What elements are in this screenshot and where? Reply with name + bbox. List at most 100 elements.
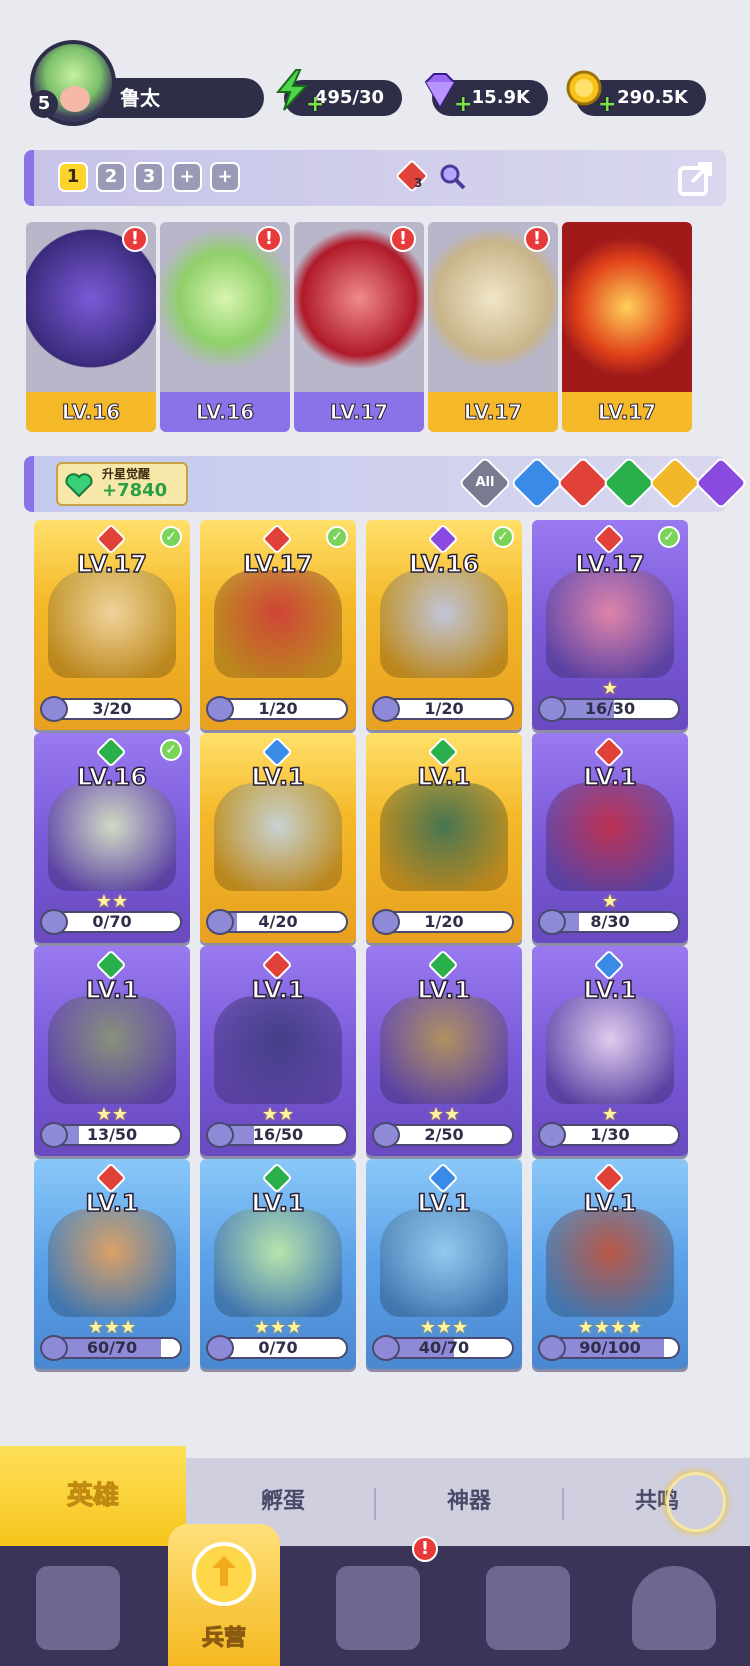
filter-light-icon[interactable]	[648, 456, 702, 510]
avatar-face	[60, 86, 90, 112]
team-card-level: LV.17	[562, 392, 692, 432]
filter-water-icon[interactable]	[510, 456, 564, 510]
shard-icon	[40, 696, 68, 722]
coin-counter[interactable]: + 290.5K	[566, 70, 706, 116]
sparkle-ring-icon	[666, 1472, 726, 1532]
hero-card[interactable]: LV.1 ★★★ 0/70	[200, 1159, 356, 1369]
heart-icon	[65, 473, 93, 498]
hero-card[interactable]: LV.1 ★★ 13/50	[34, 946, 190, 1156]
hero-level: LV.17	[242, 549, 313, 579]
share-icon[interactable]	[676, 158, 716, 198]
fire-element-count: 3	[414, 176, 423, 190]
hero-card[interactable]: LV.1 ★★ 2/50	[366, 946, 522, 1156]
hero-level: LV.16	[76, 762, 147, 792]
shard-icon	[40, 1122, 68, 1148]
awaken-value: +7840	[102, 480, 168, 501]
nav-cards-icon[interactable]	[36, 1566, 120, 1650]
alert-icon: !	[122, 226, 148, 252]
hero-level: LV.1	[251, 762, 306, 792]
hero-portrait	[214, 1209, 342, 1317]
nav-mushroom-icon[interactable]	[632, 1566, 716, 1650]
shard-icon	[206, 1335, 234, 1361]
nav-castle-icon[interactable]	[486, 1566, 570, 1650]
hero-portrait	[380, 570, 508, 678]
tab-heroes[interactable]: 英雄	[0, 1446, 186, 1546]
energy-plus-icon[interactable]: +	[306, 94, 324, 116]
shard-icon	[372, 1122, 400, 1148]
hero-portrait	[48, 1209, 176, 1317]
hero-portrait	[546, 783, 674, 891]
hero-level: LV.1	[583, 1188, 638, 1218]
nav-barracks-label: 兵营	[201, 1626, 246, 1652]
team-slot-2[interactable]: 2	[96, 162, 126, 192]
awaken-points-badge[interactable]: 升星觉醒 +7840	[56, 462, 188, 506]
team-card-4[interactable]: LV.17 !	[428, 222, 558, 432]
team-card-level: LV.17	[294, 392, 424, 432]
hero-portrait	[380, 1209, 508, 1317]
hero-card[interactable]: LV.1 ★ 1/30	[532, 946, 688, 1156]
team-card-3[interactable]: LV.17 !	[294, 222, 424, 432]
hero-card[interactable]: LV.1 ★ 8/30	[532, 733, 688, 943]
shard-icon	[372, 909, 400, 935]
filter-dark-icon[interactable]	[694, 456, 748, 510]
team-bar: 1 2 3 + + 3	[24, 150, 726, 206]
team-card-1[interactable]: LV.16 !	[26, 222, 156, 432]
bottom-nav	[0, 1546, 750, 1666]
hero-portrait	[562, 222, 692, 392]
team-card-level: LV.17	[428, 392, 558, 432]
team-slot-add-1[interactable]: +	[172, 162, 202, 192]
hero-level: LV.16	[408, 549, 479, 579]
hero-filter-bar: 升星觉醒 +7840 All	[24, 456, 748, 512]
shard-icon	[40, 1335, 68, 1361]
hero-grid: LV.17 ✓ 3/20 LV.17 ✓ 1/20 LV.16 ✓ 1/20 L…	[34, 520, 724, 1425]
nav-map-icon[interactable]	[336, 1566, 420, 1650]
nav-alert-icon: !	[412, 1536, 438, 1562]
player-name: 鲁太	[120, 86, 160, 110]
team-slot-3[interactable]: 3	[134, 162, 164, 192]
player-level-badge: 5	[30, 90, 58, 118]
check-icon: ✓	[160, 526, 182, 548]
team-card-5[interactable]: LV.17	[562, 222, 692, 432]
tab-artifacts[interactable]: 神器	[376, 1458, 562, 1546]
hero-portrait	[546, 570, 674, 678]
hero-card[interactable]: LV.1 ★★★ 60/70	[34, 1159, 190, 1369]
filter-fire-icon[interactable]	[556, 456, 610, 510]
check-icon: ✓	[326, 526, 348, 548]
barracks-icon	[192, 1542, 256, 1606]
alert-icon: !	[524, 226, 550, 252]
hero-card[interactable]: LV.16 ✓ ★★ 0/70	[34, 733, 190, 943]
filter-nature-icon[interactable]	[602, 456, 656, 510]
hero-level: LV.1	[85, 1188, 140, 1218]
gem-plus-icon[interactable]: +	[454, 94, 472, 116]
hero-level: LV.17	[76, 549, 147, 579]
team-slot-add-2[interactable]: +	[210, 162, 240, 192]
search-icon[interactable]	[438, 162, 468, 192]
hero-card[interactable]: LV.17 ✓ 1/20	[200, 520, 356, 730]
team-card-2[interactable]: LV.16 !	[160, 222, 290, 432]
hero-portrait	[48, 996, 176, 1104]
hero-card[interactable]: LV.1 ★★ 16/50	[200, 946, 356, 1156]
hero-card[interactable]: LV.1 4/20	[200, 733, 356, 943]
hero-portrait	[380, 996, 508, 1104]
hero-level: LV.1	[583, 762, 638, 792]
gem-counter[interactable]: + 15.9K	[424, 73, 548, 116]
hero-level: LV.1	[583, 975, 638, 1005]
hero-card[interactable]: LV.1 1/20	[366, 733, 522, 943]
tab-bar: 英雄 孵蛋 神器 共鸣	[0, 1446, 750, 1546]
shard-icon	[372, 1335, 400, 1361]
hero-portrait	[214, 783, 342, 891]
hero-card[interactable]: LV.1 ★★★★ 90/100	[532, 1159, 688, 1369]
energy-counter[interactable]: + 495/30	[275, 69, 402, 116]
hero-portrait	[48, 783, 176, 891]
shard-icon	[206, 1122, 234, 1148]
hero-card[interactable]: LV.16 ✓ 1/20	[366, 520, 522, 730]
team-slot-1[interactable]: 1	[58, 162, 88, 192]
energy-value: 495/30	[314, 87, 384, 108]
hero-card[interactable]: LV.17 ✓ 3/20	[34, 520, 190, 730]
hero-level: LV.1	[417, 1188, 472, 1218]
filter-all[interactable]: All	[458, 456, 512, 510]
fire-element-badge[interactable]: 3	[395, 159, 429, 193]
hero-card[interactable]: LV.17 ✓ ★ 16/30	[532, 520, 688, 730]
coin-plus-icon[interactable]: +	[598, 94, 616, 116]
hero-card[interactable]: LV.1 ★★★ 40/70	[366, 1159, 522, 1369]
